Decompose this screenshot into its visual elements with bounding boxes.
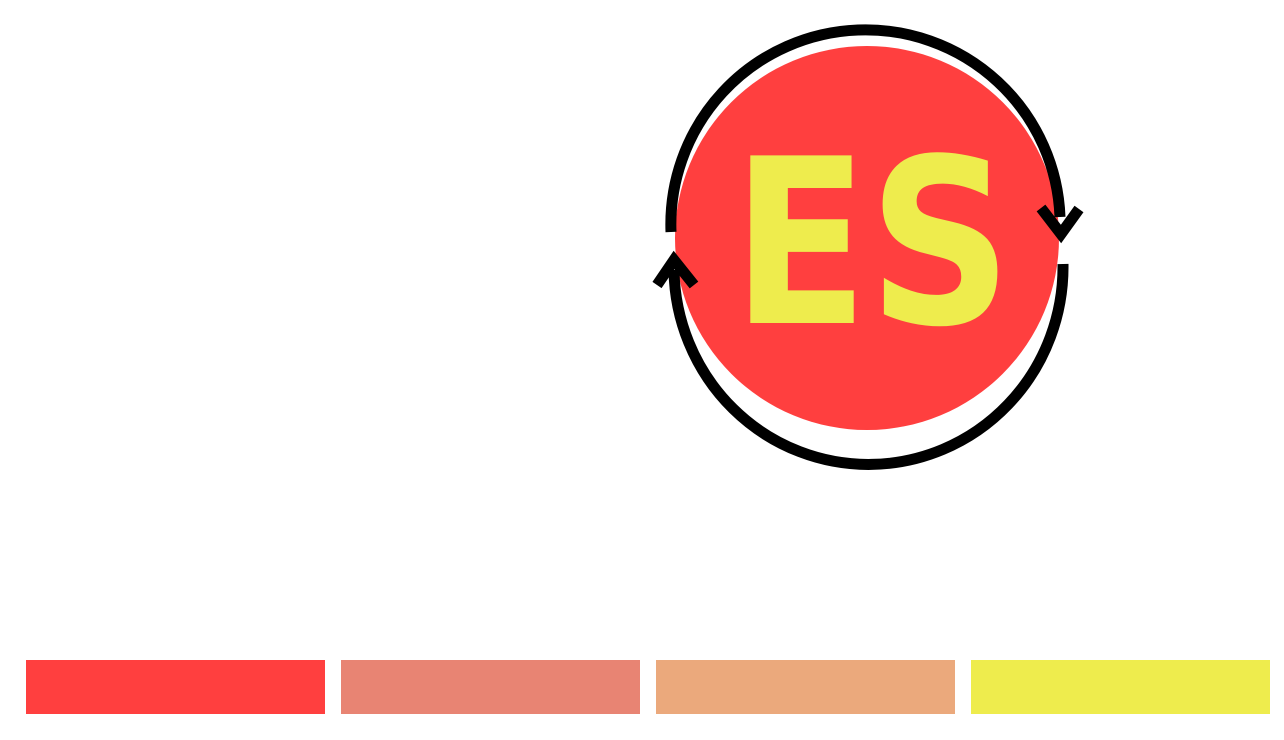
swatch-peach: [656, 660, 955, 714]
swatch-yellow: [971, 660, 1270, 714]
swatch-red: [26, 660, 325, 714]
swatch-salmon: [341, 660, 640, 714]
color-palette: [26, 660, 1270, 714]
logo: ES: [0, 0, 1284, 740]
es-logo-mark: ES: [652, 24, 1084, 471]
logo-letters: ES: [732, 111, 1012, 378]
